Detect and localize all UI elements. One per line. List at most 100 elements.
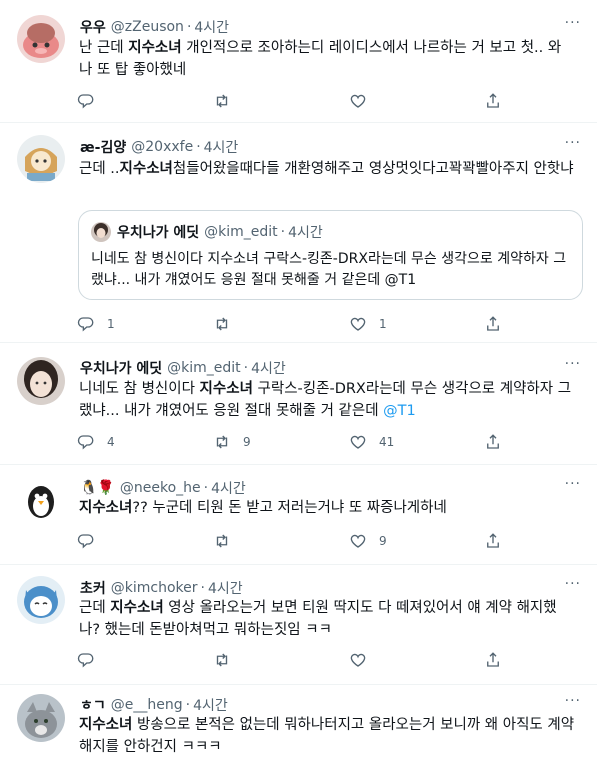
tweet-text-part: ?? 누군데 티원 돈 받고 저러는거냐 또 짜증나게하네 (132, 500, 447, 516)
display-name[interactable]: ㅎㄱ (80, 695, 106, 715)
reply-button[interactable] (77, 531, 107, 551)
tweet-text-part: 방송으로 본적은 없는데 뭐하나터지고 올라오는거 보니까 왜 아직도 계약해지… (79, 717, 575, 755)
timestamp[interactable]: 4시간 (193, 695, 228, 715)
tweet[interactable]: æ-김양 @20xxfe · 4시간 ··· 근데 ..지수소녀첨들어왔을때다들… (0, 122, 597, 343)
tweet[interactable]: 초커 @kimchoker · 4시간 ··· 근데 지수소녀 영상 올라오는거… (0, 564, 597, 685)
more-icon[interactable]: ··· (565, 356, 581, 372)
display-name[interactable]: 우치나가 에딧 (80, 358, 162, 378)
avatar[interactable] (17, 694, 65, 742)
retweet-icon (216, 435, 228, 449)
tweet-text: 근데 ..지수소녀첨들어왔을때다들 개환영해주고 영상멋잇다고꽉꽉빨아주지 안핫… (79, 158, 575, 180)
retweet-icon (216, 317, 228, 331)
display-name[interactable]: 우우 (80, 17, 106, 37)
highlighted-keyword: 지수소녀 (110, 600, 164, 616)
separator-dot: · (185, 697, 191, 713)
user-handle[interactable]: @kimchoker (111, 580, 198, 596)
share-icon (487, 93, 499, 108)
like-icon (350, 94, 366, 108)
avatar[interactable] (17, 476, 65, 524)
quoted-avatar (91, 222, 111, 242)
user-handle[interactable]: @e__heng (111, 697, 183, 713)
highlighted-keyword: 지수소녀 (119, 161, 173, 177)
share-button[interactable] (484, 432, 502, 452)
reply-count: 1 (107, 317, 115, 331)
retweet-button[interactable] (213, 650, 243, 670)
tweet-header: æ-김양 @20xxfe · 4시간 (80, 137, 238, 157)
separator-dot: · (243, 360, 249, 376)
quoted-user-handle: @kim_edit (204, 224, 278, 240)
share-button[interactable] (484, 650, 502, 670)
timestamp[interactable]: 4시간 (251, 358, 286, 378)
reply-icon (77, 94, 94, 109)
share-icon (487, 434, 499, 449)
share-icon (487, 316, 499, 331)
like-button[interactable]: 41 (349, 432, 394, 452)
display-name[interactable]: 🐧🌹 (80, 480, 115, 496)
share-button[interactable] (484, 91, 502, 111)
timestamp[interactable]: 4시간 (194, 17, 229, 37)
like-button[interactable] (349, 91, 379, 111)
tweet-text-part: 근데 .. (79, 161, 120, 177)
share-button[interactable] (484, 314, 502, 334)
tweet[interactable]: 🐧🌹 @neeko_he · 4시간 ··· 지수소녀?? 누군데 티원 돈 받… (0, 464, 597, 565)
like-button[interactable]: 9 (349, 531, 387, 551)
like-button[interactable]: 1 (349, 314, 387, 334)
more-icon[interactable]: ··· (565, 15, 581, 31)
separator-dot: · (186, 19, 192, 35)
quoted-tweet-header: 우치나가 에딧 @kim_edit · 4시간 (91, 222, 323, 242)
tweet-header: 우치나가 에딧 @kim_edit · 4시간 (80, 358, 286, 378)
user-handle[interactable]: @neeko_he (120, 480, 201, 496)
timestamp[interactable]: 4시간 (208, 578, 243, 598)
reply-button[interactable]: 4 (77, 432, 115, 452)
user-handle[interactable]: @20xxfe (131, 139, 193, 155)
user-handle[interactable]: @zZeuson (111, 19, 184, 35)
tweet-text: 니네도 참 병신이다 지수소녀 구락스-킹존-DRX라는데 무슨 생각으로 계약… (79, 378, 575, 422)
tweet[interactable]: 우우 @zZeuson · 4시간 ··· 난 근데 지수소녀 개인적으로 조아… (0, 0, 597, 123)
tweet[interactable]: 우치나가 에딧 @kim_edit · 4시간 ··· 니네도 참 병신이다 지… (0, 342, 597, 465)
avatar[interactable] (17, 135, 65, 183)
retweet-button[interactable] (213, 91, 243, 111)
retweet-icon (216, 653, 228, 667)
share-icon (487, 533, 499, 548)
share-button[interactable] (484, 531, 502, 551)
tweet-text-part: 첨들어왔을때다들 개환영해주고 영상멋잇다고꽉꽉빨아주지 안핫냐 (172, 161, 574, 177)
quoted-tweet[interactable]: 우치나가 에딧 @kim_edit · 4시간 니네도 참 병신이다 지수소녀 … (78, 210, 583, 300)
retweet-button[interactable] (213, 531, 243, 551)
reply-button[interactable]: 1 (77, 314, 115, 334)
tweet-header: 우우 @zZeuson · 4시간 (80, 17, 229, 37)
more-icon[interactable]: ··· (565, 476, 581, 492)
tweet-header: ㅎㄱ @e__heng · 4시간 (80, 695, 228, 715)
like-count: 9 (379, 534, 387, 548)
display-name[interactable]: æ-김양 (80, 137, 126, 157)
more-icon[interactable]: ··· (565, 693, 581, 709)
retweet-button[interactable] (213, 314, 243, 334)
quoted-tweet-text: 니네도 참 병신이다 지수소녀 구락스-킹존-DRX라는데 무슨 생각으로 계약… (91, 251, 567, 288)
retweet-icon (216, 534, 228, 548)
tweet[interactable]: ㅎㄱ @e__heng · 4시간 ··· 지수소녀 방송으로 본적은 없는데 … (0, 684, 597, 755)
separator-dot: · (200, 580, 205, 596)
reply-icon (77, 317, 94, 332)
more-icon[interactable]: ··· (565, 135, 581, 151)
retweet-icon (216, 94, 228, 108)
more-icon[interactable]: ··· (565, 576, 581, 592)
highlighted-keyword: 지수소녀 (79, 717, 133, 733)
user-handle[interactable]: @kim_edit (167, 360, 241, 376)
tweet-text: 근데 지수소녀 영상 올라오는거 보면 티원 딱지도 다 떼져있어서 얘 계약 … (79, 597, 575, 641)
reply-button[interactable] (77, 650, 107, 670)
like-icon (350, 317, 366, 331)
timestamp[interactable]: 4시간 (204, 137, 239, 157)
timestamp[interactable]: 4시간 (211, 478, 246, 498)
avatar[interactable] (17, 15, 65, 63)
avatar[interactable] (17, 576, 65, 624)
highlighted-keyword: 지수소녀 (128, 40, 182, 56)
reply-icon (77, 435, 94, 450)
avatar[interactable] (17, 357, 65, 405)
display-name[interactable]: 초커 (80, 578, 106, 598)
reply-button[interactable] (77, 91, 107, 111)
tweet-header: 🐧🌹 @neeko_he · 4시간 (80, 478, 246, 498)
reply-icon (77, 653, 94, 668)
retweet-button[interactable]: 9 (213, 432, 251, 452)
like-button[interactable] (349, 650, 379, 670)
tweet-actions: 4 9 41 (77, 432, 507, 452)
mention-link[interactable]: @T1 (383, 403, 416, 419)
